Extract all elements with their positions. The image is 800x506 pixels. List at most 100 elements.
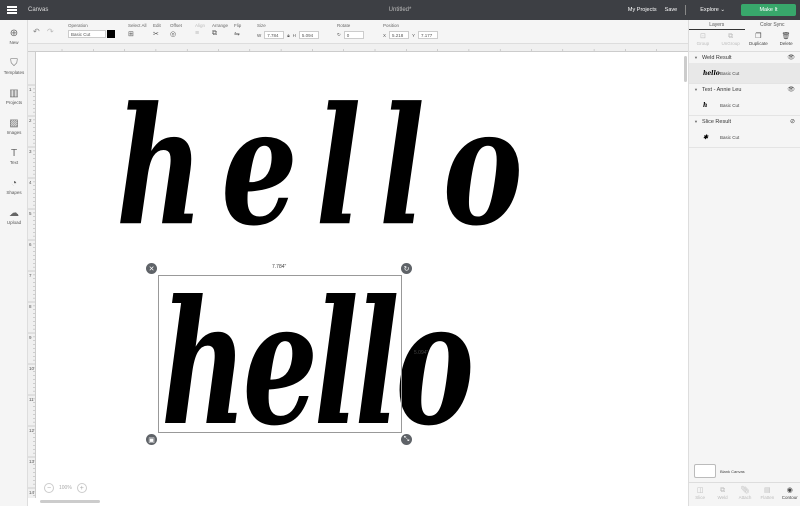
left-sidebar: ⊕ New ⛉ Templates ▥ Projects ▨ Images T Text … (0, 20, 28, 506)
design-canvas[interactable]: hello hello 7.784" 5.094" ✕ ↻ ▣ ⤡ (36, 52, 688, 498)
sidebar-item-label: Shapes (6, 190, 22, 195)
position-group: Position X 5.218 Y 7.177 (383, 23, 439, 39)
sidebar-item-templates[interactable]: ⛉ Templates (0, 58, 28, 75)
select-all-icon[interactable]: ⊞ (128, 30, 147, 38)
layer-group-text: ▼ Text - Annie Leu 👁︎ h Basic Cut (689, 84, 800, 116)
delete-handle-icon[interactable]: ✕ (146, 263, 157, 274)
sidebar-item-new[interactable]: ⊕ New (0, 28, 28, 45)
ungroup-label: UnGroup (721, 41, 740, 46)
shapes-icon: ◔ (10, 178, 18, 189)
divider (685, 5, 687, 15)
sidebar-item-upload[interactable]: ☁ Upload (0, 208, 28, 225)
layer-group-header[interactable]: ▼ Text - Annie Leu 👁︎ (689, 84, 800, 95)
layer-thumbnail: ✱ (703, 133, 709, 141)
ruler-tick-label: 13 (29, 459, 35, 464)
ruler-tick-label: 3 (29, 149, 32, 154)
layer-label: Basic Cut (720, 70, 740, 76)
layer-label: Basic Cut (720, 102, 740, 108)
weld-result-text[interactable]: hello (116, 72, 541, 262)
projects-icon: ▥ (9, 88, 19, 99)
duplicate-button[interactable]: ❐ Duplicate (745, 32, 773, 51)
layer-row[interactable]: ✱ Basic Cut (689, 127, 800, 147)
selection-box[interactable] (158, 275, 402, 433)
make-it-button[interactable]: Make It (741, 4, 796, 16)
slice-button[interactable]: ◫ Slice (690, 486, 710, 506)
contour-icon: ◉ (786, 487, 793, 494)
y-input[interactable]: 7.177 (418, 31, 439, 39)
edit-icon[interactable]: ✂ (153, 30, 161, 38)
eye-hidden-icon[interactable]: ⊘ (790, 118, 795, 125)
height-input[interactable]: 5.094 (298, 31, 319, 39)
layer-group-header[interactable]: ▼ Weld Result 👁︎ (689, 52, 800, 63)
ruler-tick-label: 2 (29, 118, 32, 123)
blank-canvas-item[interactable]: Blank Canvas (694, 464, 745, 478)
attach-button[interactable]: 📎︎ Attach (735, 486, 755, 506)
layer-group-weld-result: ▼ Weld Result 👁︎ hello Basic Cut (689, 52, 800, 84)
contour-button[interactable]: ◉ Contour (780, 486, 800, 506)
weld-label: Weld (717, 495, 728, 500)
sidebar-item-label: Text (9, 160, 19, 165)
height-label: H (292, 32, 296, 38)
blank-canvas-label: Blank Canvas (720, 468, 745, 474)
width-input[interactable]: 7.784 (264, 31, 285, 39)
y-label: Y (412, 32, 416, 38)
width-label: W (257, 32, 262, 38)
vertical-scrollbar[interactable] (684, 56, 687, 82)
save-button[interactable]: Save (665, 7, 678, 13)
attach-label: Attach (738, 495, 752, 500)
explore-dropdown[interactable]: Explore ⌄ (700, 7, 725, 13)
sidebar-item-text[interactable]: T Text (0, 148, 28, 165)
layer-group-header[interactable]: ▼ Slice Result ⊘ (689, 116, 800, 127)
width-dimension: 7.784" (272, 264, 287, 270)
sidebar-item-shapes[interactable]: ◔ Shapes (0, 178, 28, 195)
arrange-icon[interactable]: ⧉ (212, 30, 228, 38)
operation-label: Operation (68, 23, 88, 28)
layer-group-title: Text - Annie Leu (701, 86, 742, 93)
undo-icon[interactable]: ↶ (33, 27, 40, 36)
offset-icon[interactable]: ◎ (170, 30, 182, 38)
layer-row[interactable]: hello Basic Cut (689, 63, 800, 83)
layer-row[interactable]: h Basic Cut (689, 95, 800, 115)
bottom-tools: ◫ Slice ⧉ Weld 📎︎ Attach ▤ Flatten ◉ Contour (689, 482, 800, 506)
resize-handle-icon[interactable]: ⤡ (401, 434, 412, 445)
x-input[interactable]: 5.218 (389, 31, 410, 39)
lock-icon[interactable]: 🔒︎ (287, 33, 289, 38)
plus-icon: ⊕ (9, 28, 19, 39)
eye-icon[interactable]: 👁︎ (787, 54, 795, 61)
flatten-label: Flatten (760, 495, 775, 500)
sidebar-item-images[interactable]: ▨ Images (0, 118, 28, 135)
align-group: Align ≡ (195, 23, 205, 37)
rotate-input[interactable]: 0 (343, 31, 364, 39)
duplicate-icon: ❐ (755, 33, 762, 40)
sidebar-item-projects[interactable]: ▥ Projects (0, 88, 28, 105)
contour-label: Contour (781, 495, 798, 500)
delete-button[interactable]: 🗑︎ Delete (772, 32, 800, 51)
align-icon[interactable]: ≡ (195, 30, 205, 37)
operation-select[interactable]: Basic Cut (68, 30, 106, 38)
tab-layers[interactable]: Layers (689, 20, 745, 30)
ungroup-button[interactable]: ⧉ UnGroup (717, 32, 745, 51)
hamburger-menu-icon[interactable] (0, 0, 24, 20)
tab-color-sync[interactable]: Color Sync (745, 20, 800, 30)
redo-icon[interactable]: ↷ (47, 27, 54, 36)
my-projects-link[interactable]: My Projects (628, 7, 657, 13)
flatten-button[interactable]: ▤ Flatten (757, 486, 777, 506)
operation-value: Basic Cut (71, 31, 91, 37)
color-swatch[interactable] (107, 30, 115, 38)
ruler-tick-label: 12 (29, 428, 35, 433)
horizontal-scrollbar[interactable] (40, 500, 100, 503)
size-group: Size W 7.784 🔒︎ H 5.094 (257, 23, 319, 39)
flip-icon[interactable]: ⇋ (234, 30, 241, 38)
position-label: Position (383, 23, 400, 28)
delete-label: Delete (779, 41, 793, 46)
zoom-in-button[interactable]: + (76, 483, 87, 493)
zoom-out-button[interactable]: − (44, 483, 54, 493)
weld-button[interactable]: ⧉ Weld (713, 486, 733, 506)
group-button[interactable]: ⊡ Group (689, 32, 717, 51)
zoom-control: − 100% + (44, 483, 87, 493)
layer-label: Basic Cut (720, 134, 740, 140)
eye-icon[interactable]: 👁︎ (787, 86, 795, 93)
rotate-handle-icon[interactable]: ↻ (401, 263, 412, 274)
vertical-ruler: 1 2 3 4 5 6 7 8 9 10 11 12 13 14 (28, 52, 36, 498)
lock-handle-icon[interactable]: ▣ (146, 434, 157, 445)
